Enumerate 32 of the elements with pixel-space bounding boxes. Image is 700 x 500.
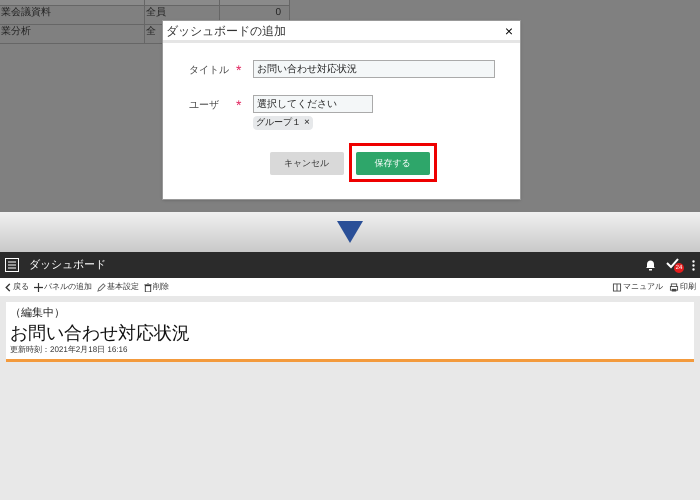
table-cell: 業分析 bbox=[0, 25, 145, 43]
field-label: タイトル bbox=[189, 64, 230, 78]
toolbar-button[interactable]: 削除 bbox=[144, 281, 169, 293]
input-field[interactable]: 選択してください bbox=[253, 95, 373, 113]
cancel-button[interactable]: キャンセル bbox=[270, 152, 344, 176]
toolbar-button[interactable]: 印刷 bbox=[669, 281, 696, 293]
app-title: ダッシュボード bbox=[29, 258, 107, 273]
toolbar-button[interactable]: 戻る bbox=[4, 281, 29, 293]
toolbar-button[interactable]: パネルの追加 bbox=[34, 281, 92, 293]
trash-icon bbox=[144, 282, 152, 292]
close-button[interactable]: × bbox=[504, 24, 517, 38]
table-cell: 業会議資料 bbox=[0, 6, 145, 24]
menu-icon[interactable] bbox=[5, 258, 19, 272]
required-mark: * bbox=[236, 96, 242, 115]
down-arrow-icon bbox=[337, 221, 363, 243]
printer-icon bbox=[669, 282, 679, 292]
field-label: ユーザ bbox=[189, 99, 220, 113]
pencil-icon bbox=[97, 282, 106, 292]
tag-label: グループ１ bbox=[256, 116, 301, 130]
toolbar-button[interactable]: マニュアル bbox=[612, 281, 663, 293]
edit-status: （編集中） bbox=[10, 306, 66, 321]
updated-time: 更新時刻：2021年2月18日 16:16 bbox=[10, 344, 128, 356]
input-field[interactable]: お問い合わせ対応状況 bbox=[253, 60, 495, 78]
toolbar-button[interactable]: 基本設定 bbox=[97, 281, 139, 293]
bell-icon[interactable] bbox=[645, 259, 656, 271]
required-mark: * bbox=[236, 61, 242, 80]
plus-icon bbox=[34, 282, 43, 292]
more-icon[interactable] bbox=[692, 260, 695, 270]
tag-remove-button[interactable]: × bbox=[304, 118, 310, 128]
dashboard-title: お問い合わせ対応状況 bbox=[10, 322, 191, 344]
back-icon bbox=[4, 282, 12, 292]
book-icon bbox=[612, 282, 622, 292]
